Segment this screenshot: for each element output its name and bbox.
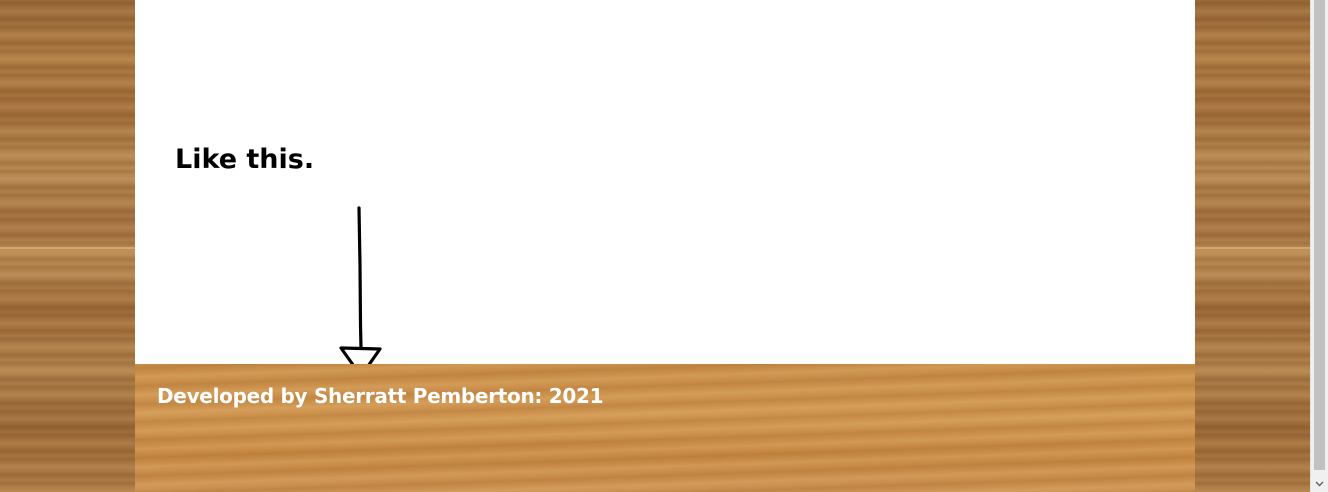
vertical-scrollbar[interactable] (1310, 0, 1328, 492)
chevron-down-icon (1315, 481, 1324, 486)
page: Like this. Developed by Sherratt Pembert… (0, 0, 1328, 492)
hand-drawn-down-arrow-icon (339, 206, 382, 378)
site-footer: Developed by Sherratt Pemberton: 2021 (135, 364, 1195, 492)
main-content: Like this. (135, 0, 1195, 378)
annotation-text: Like this. (175, 144, 315, 175)
scrollbar-thumb[interactable] (1314, 0, 1325, 470)
footer-credit: Developed by Sherratt Pemberton: 2021 (157, 384, 604, 408)
scroll-down-button[interactable] (1311, 475, 1328, 492)
